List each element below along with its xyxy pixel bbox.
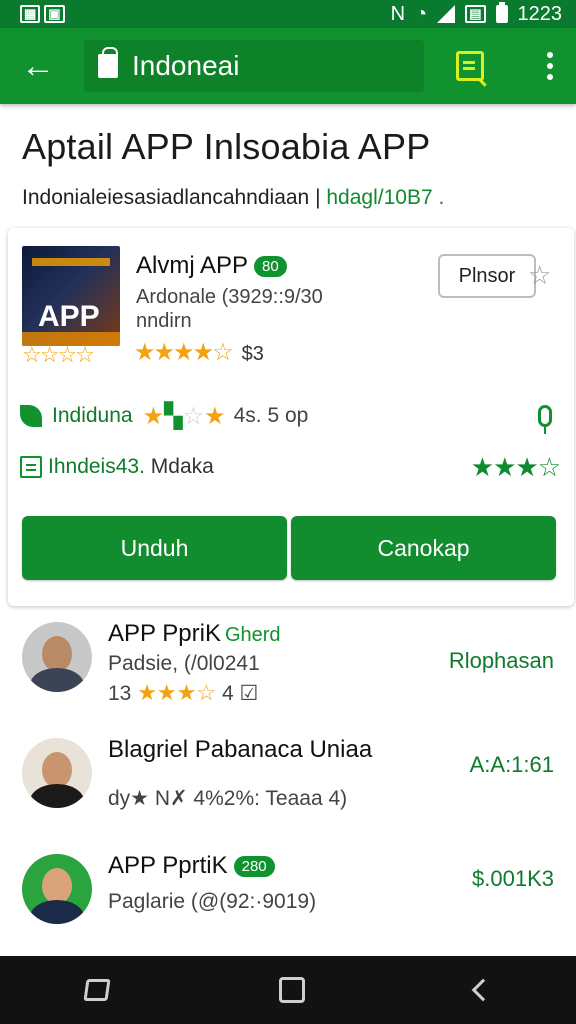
sim-icon: ▤ — [465, 5, 486, 23]
rating-count: 13 — [108, 682, 132, 705]
download-button[interactable]: Unduh — [22, 516, 287, 580]
clock: 1223 — [517, 2, 563, 25]
favorite-star-icon[interactable]: ☆ — [528, 260, 551, 291]
list-item-title: Blagriel Pabanaca Uniaa — [108, 736, 373, 763]
list-item-action[interactable]: $.001K3 — [472, 866, 554, 892]
app-name: Alvmj APP 80 — [136, 252, 287, 280]
app-bar: ← Indoneai — [0, 28, 576, 104]
info-text: Ihndeis43. Mdaka — [48, 455, 214, 479]
search-value: Indoneai — [132, 50, 240, 81]
avatar — [22, 854, 92, 924]
document-icon — [20, 456, 42, 478]
avatar — [22, 622, 92, 692]
page-subtitle: Indonialeiesasiadlancahndiaan | hdagl/10… — [22, 186, 444, 210]
home-icon[interactable] — [279, 977, 305, 1003]
app-name-text: Alvmj APP — [136, 252, 249, 279]
action-buttons: Unduh Canokap — [22, 516, 556, 580]
list-item-action[interactable]: Rlophasan — [449, 648, 554, 674]
system-nav-bar — [0, 956, 576, 1024]
secondary-action-button[interactable]: Canokap — [291, 516, 556, 580]
more-vert-icon[interactable] — [538, 48, 562, 84]
list-item[interactable]: APP PpriK Gherd Padsie, (/0l0241 13 ★★★☆ … — [0, 610, 576, 726]
rating-count: $3 — [241, 343, 264, 365]
status-right-icons: N ◔ ▤ 1223 — [390, 2, 563, 26]
rating-stars-icon: ★★★☆ — [137, 680, 217, 705]
plus-button[interactable]: Plnsor — [438, 254, 536, 298]
app-list: APP PpriK Gherd Padsie, (/0l0241 13 ★★★☆ … — [0, 610, 576, 958]
list-item-subtitle: Padsie, (/0l0241 — [108, 652, 260, 675]
info-row: Ihndeis43. Mdaka ★★★☆ — [20, 450, 561, 484]
list-item-action[interactable]: A:A:1:61 — [470, 752, 554, 778]
list-item[interactable]: Blagriel Pabanaca Uniaa dy★ N✗ 4%2%: Tea… — [0, 726, 576, 842]
feature-stars-icon: ★▚☆★ — [142, 402, 226, 430]
rating-suffix: 4 — [221, 682, 234, 705]
arrow-left-icon: ← — [21, 46, 55, 85]
wifi-icon: ◔ — [415, 2, 428, 25]
avatar — [22, 738, 92, 808]
feature-text: Indiduna — [52, 404, 133, 427]
recent-apps-icon[interactable] — [83, 979, 111, 1001]
subtitle-text: Indonialeiesasiadlancahndiaan | — [22, 186, 321, 209]
nfc-icon: N — [390, 2, 406, 25]
leaf-icon — [20, 405, 42, 427]
app-card: APP Alvmj APP 80 Ardonale (3929::9/30 nnd… — [8, 228, 574, 606]
back-nav-icon[interactable] — [471, 978, 495, 1002]
feature-meta: 4s. 5 op — [233, 404, 309, 427]
signal-icon — [437, 5, 456, 23]
list-item-tag: Gherd — [224, 624, 281, 646]
list-item-title: APP PpriK Gherd — [108, 620, 281, 648]
info-text-primary: Ihndeis43. — [48, 455, 145, 478]
info-stars-icon: ★★★☆ — [470, 451, 561, 482]
list-item-subtitle: Paglarie (@(92:·9019) — [108, 890, 317, 913]
list-item-title-text: APP PprtiK — [108, 852, 228, 879]
app-meta-line1: Ardonale (3929::9/30 — [136, 286, 323, 308]
checkbox-icon[interactable]: ☑ — [239, 682, 258, 705]
status-left-icons: ▦ ▣ — [20, 5, 65, 23]
list-item-badge: 280 — [233, 856, 275, 878]
search-input[interactable]: Indoneai — [84, 40, 424, 92]
app-thumbnail[interactable]: APP — [22, 246, 120, 346]
hollow-stars-icon: ☆☆☆☆ — [22, 342, 95, 367]
thumb-text: APP — [38, 300, 100, 333]
list-item-title-text: APP PpriK — [108, 620, 221, 647]
subtitle-accent: hdagl/10B7 . — [326, 186, 445, 209]
notification-icon: ▦ — [20, 5, 41, 23]
thumb-decoration — [32, 258, 110, 266]
list-item-rating: 13 ★★★☆ 4 ☑ — [108, 680, 258, 706]
info-text-secondary: Mdaka — [150, 455, 214, 478]
app-meta-line2: nndirn — [136, 310, 192, 332]
list-item[interactable]: APP PprtiK 280 Paglarie (@(92:·9019) $.00… — [0, 842, 576, 958]
back-button[interactable]: ← — [20, 46, 56, 85]
rating-row: ★★★★☆ $3 — [134, 338, 264, 367]
gallery-icon: ▣ — [44, 5, 65, 23]
list-item-title: APP PprtiK 280 — [108, 852, 275, 880]
battery-icon — [495, 2, 508, 23]
app-badge: 80 — [254, 256, 287, 278]
list-item-subtitle: dy★ N✗ 4%2%: Teaaa 4) — [108, 787, 348, 810]
mic-icon[interactable] — [538, 405, 552, 434]
scan-icon[interactable] — [456, 51, 484, 81]
status-bar: ▦ ▣ N ◔ ▤ 1223 — [0, 0, 576, 28]
page-title: Aptail APP Inlsoabia APP — [22, 126, 431, 167]
feature-row: Indiduna ★▚☆★ 4s. 5 op — [20, 398, 560, 434]
rating-stars-icon: ★★★★☆ — [134, 339, 234, 366]
shopping-bag-icon — [98, 47, 118, 78]
